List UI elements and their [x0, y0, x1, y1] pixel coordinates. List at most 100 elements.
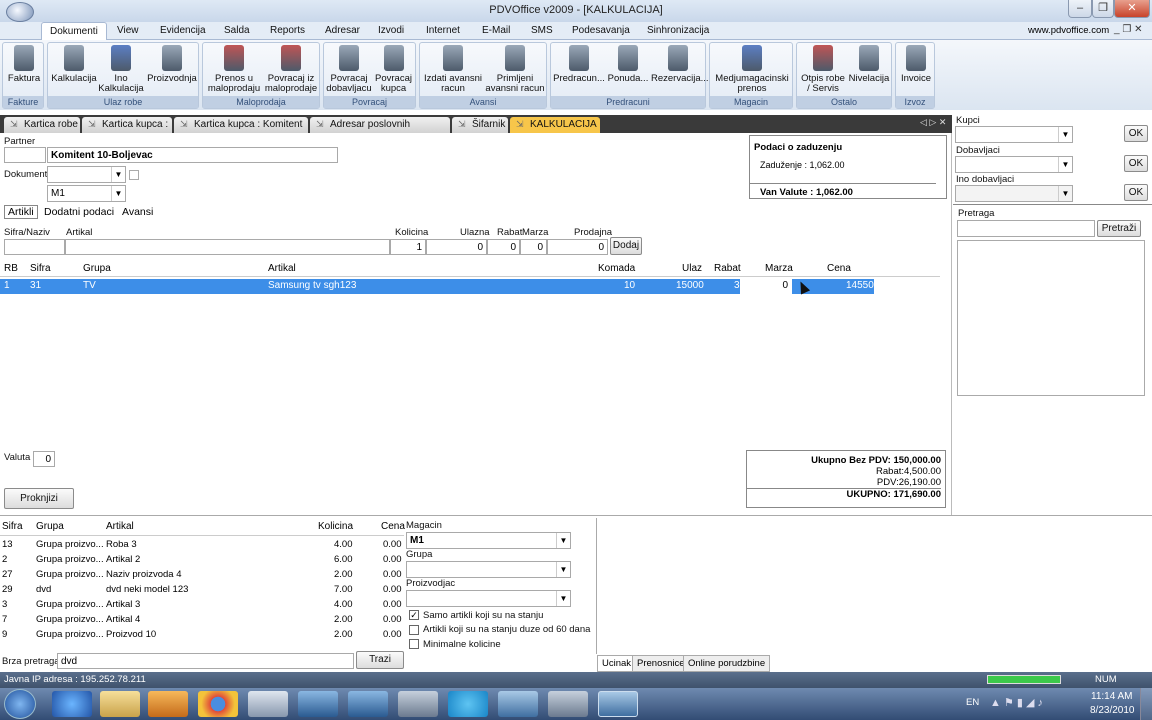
dokument-checkbox[interactable]: [129, 170, 139, 180]
skype-icon[interactable]: [448, 691, 488, 717]
app-icon[interactable]: [248, 691, 288, 717]
dobavljaci-select[interactable]: ▼: [955, 156, 1073, 173]
tab-dodatni-podaci[interactable]: Dodatni podaci: [44, 206, 114, 218]
col-artikal[interactable]: Artikal: [268, 263, 296, 274]
start-button-icon[interactable]: [4, 689, 36, 719]
kupci-select[interactable]: ▼: [955, 126, 1073, 143]
menu-adresar[interactable]: Adresar: [325, 25, 360, 36]
chrome-icon[interactable]: [198, 691, 238, 717]
ino-kalkulacija-button[interactable]: Ino Kalkulacija: [98, 45, 144, 94]
dokument-select[interactable]: ▼: [47, 166, 126, 183]
povracaj-dobavljacu-button[interactable]: Povracaj dobavljacu: [326, 45, 372, 94]
list-item[interactable]: 3 Grupa proizvo... Artikal 3 4.00 0.00: [0, 599, 404, 613]
search-results-list[interactable]: [957, 240, 1145, 396]
medjumagacinski-prenos-button[interactable]: Medjumagacinski prenos: [712, 45, 792, 94]
cell-marza[interactable]: 0: [740, 279, 792, 294]
tab-kartica-kupca-komitent[interactable]: ⇲Kartica kupca : Komitent 1: [174, 117, 308, 145]
clock-time[interactable]: 11:14 AM: [1091, 691, 1133, 702]
list-item[interactable]: 2 Grupa proizvo... Artikal 2 6.00 0.00: [0, 554, 404, 568]
list-item[interactable]: 27 Grupa proizvo... Naziv proizvoda 4 2.00 0…: [0, 569, 404, 583]
predracun-button[interactable]: Predracun...: [553, 45, 605, 84]
magacin-select[interactable]: M1 ▼: [47, 185, 126, 202]
izdati-avansni-racun-button[interactable]: Izdati avansni racun: [422, 45, 484, 94]
col-rb[interactable]: RB: [4, 263, 18, 274]
checkbox-60-dana[interactable]: [409, 625, 419, 635]
list-item[interactable]: 7 Grupa proizvo... Artikal 4 2.00 0.00: [0, 614, 404, 628]
rezervacija-button[interactable]: Rezervacija...: [651, 45, 709, 84]
tab-adresar[interactable]: ⇲Adresar poslovnih partnera: [310, 117, 450, 145]
dodaj-button[interactable]: Dodaj: [610, 237, 642, 255]
language-indicator[interactable]: EN: [966, 697, 979, 708]
partner-field[interactable]: [47, 147, 338, 163]
filter-grupa-select[interactable]: ▼: [406, 561, 571, 578]
checkbox-na-stanju[interactable]: ✓: [409, 610, 419, 620]
menu-salda[interactable]: Salda: [224, 25, 250, 36]
povracaj-iz-maloprodaje-button[interactable]: Povracaj iz maloprodaje: [263, 45, 319, 94]
menu-podesavanja[interactable]: Podesavanja: [572, 25, 630, 36]
list-item[interactable]: 9 Grupa proizvo... Proizvod 10 2.00 0.00: [0, 629, 404, 643]
marza-input[interactable]: [520, 239, 547, 255]
checkbox-minimalne[interactable]: [409, 639, 419, 649]
save-app-icon[interactable]: [348, 691, 388, 717]
col-grupa[interactable]: Grupa: [83, 263, 111, 274]
ino-ok-button[interactable]: OK: [1124, 184, 1148, 201]
nivelacija-button[interactable]: Nivelacija: [847, 45, 891, 84]
lower-col-sifra[interactable]: Sifra: [2, 521, 23, 532]
menu-dokumenti[interactable]: Dokumenti: [41, 22, 107, 41]
menu-reports[interactable]: Reports: [270, 25, 305, 36]
table-row[interactable]: 1 31 TV Samsung tv sgh123 10 15000 3 0 1…: [0, 279, 874, 294]
pretraga-input[interactable]: [957, 220, 1095, 237]
media-player-icon[interactable]: [148, 691, 188, 717]
chart-app-icon[interactable]: [298, 691, 338, 717]
filter-magacin-select[interactable]: M1 ▼: [406, 532, 571, 549]
tab-close-icon[interactable]: ⇲: [458, 117, 466, 132]
minimize-button[interactable]: –: [1068, 0, 1092, 18]
menu-view[interactable]: View: [117, 25, 139, 36]
pretrazi-button[interactable]: Pretraži: [1097, 220, 1141, 237]
tab-scroll-icon[interactable]: ◁ ▷ ✕: [920, 117, 946, 128]
menu-email[interactable]: E-Mail: [482, 25, 510, 36]
tab-sifarnik[interactable]: ⇲ Šifarnik: [452, 117, 508, 133]
povracaj-kupca-button[interactable]: Povracaj kupca: [372, 45, 415, 94]
menu-evidencija[interactable]: Evidencija: [160, 25, 206, 36]
folder-icon[interactable]: [100, 691, 140, 717]
dobavljaci-ok-button[interactable]: OK: [1124, 155, 1148, 172]
camera-icon[interactable]: [548, 691, 588, 717]
invoice-button[interactable]: Invoice: [897, 45, 935, 84]
kalkulacija-button[interactable]: Kalkulacija: [50, 45, 98, 84]
col-komada[interactable]: Komada: [598, 263, 635, 274]
artikal-input[interactable]: [65, 239, 390, 255]
col-ulaz[interactable]: Ulaz: [682, 263, 702, 274]
kolicina-input[interactable]: [390, 239, 426, 255]
tab-close-icon[interactable]: ⇲: [10, 117, 18, 132]
maximize-button[interactable]: ❐: [1092, 0, 1114, 18]
tab-prenosnice[interactable]: Prenosnice: [632, 655, 690, 672]
filter-proizvodjac-select[interactable]: ▼: [406, 590, 571, 607]
lower-col-artikal[interactable]: Artikal: [106, 521, 134, 532]
valuta-input[interactable]: [33, 451, 55, 467]
ponuda-button[interactable]: Ponuda...: [605, 45, 651, 84]
tab-kartica-kupca[interactable]: ⇲ Kartica kupca :: [82, 117, 172, 133]
brza-pretraga-input[interactable]: [57, 653, 354, 669]
show-desktop-button[interactable]: [1140, 688, 1152, 720]
menu-izvodi[interactable]: Izvodi: [378, 25, 404, 36]
menu-sinhronizacija[interactable]: Sinhronizacija: [647, 25, 709, 36]
tools-icon[interactable]: [398, 691, 438, 717]
lower-col-grupa[interactable]: Grupa: [36, 521, 64, 532]
clock-date[interactable]: 8/23/2010: [1090, 705, 1135, 716]
otpis-robe-button[interactable]: Otpis robe / Servis: [799, 45, 847, 94]
close-button[interactable]: ✕: [1114, 0, 1150, 18]
prodajna-input[interactable]: [547, 239, 608, 255]
partner-code-field[interactable]: [4, 147, 46, 163]
lower-col-kolicina[interactable]: Kolicina: [318, 521, 353, 532]
pdvoffice-taskbar-icon[interactable]: [598, 691, 638, 717]
col-cena[interactable]: Cena: [827, 263, 851, 274]
ulazna-input[interactable]: [426, 239, 487, 255]
sifra-input[interactable]: [4, 239, 65, 255]
faktura-button[interactable]: Faktura: [5, 45, 43, 84]
rabat-input[interactable]: [487, 239, 520, 255]
tab-close-icon[interactable]: ⇲: [316, 117, 324, 132]
ino-dobavljaci-select[interactable]: ▼: [955, 185, 1073, 202]
col-rabat[interactable]: Rabat: [714, 263, 741, 274]
chart-app-icon[interactable]: [498, 691, 538, 717]
